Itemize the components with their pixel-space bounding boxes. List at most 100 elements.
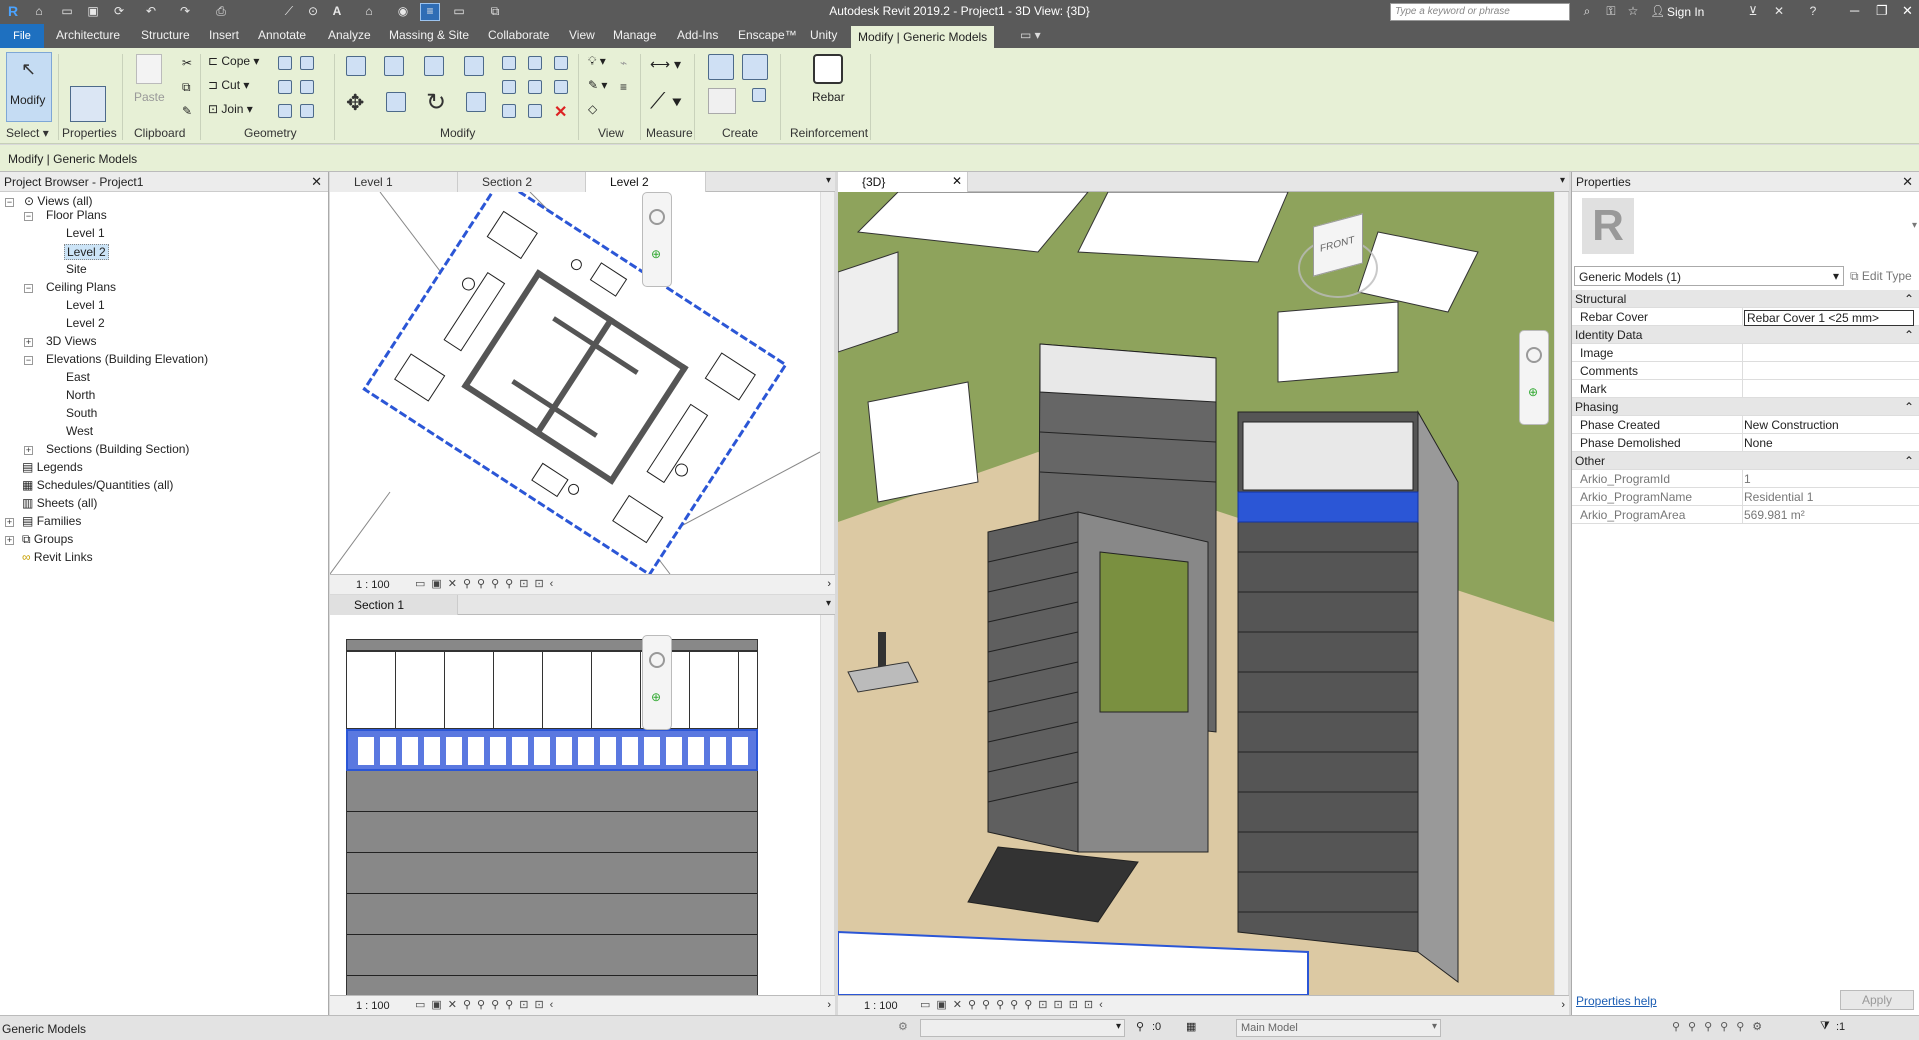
view-tool-icon[interactable]: ⌁ (620, 56, 627, 70)
view-control-icons[interactable]: ▭▣✕⚲⚲⚲⚲⚲⊡⊡⊡⊡‹ (920, 998, 1109, 1011)
tab-list-icon[interactable]: ▾ (826, 175, 831, 186)
collapse-toggle[interactable]: − (5, 198, 14, 207)
expand-toggle[interactable]: + (5, 518, 14, 527)
tab-annotate[interactable]: Annotate (258, 28, 306, 42)
rebar-cover-value[interactable]: Rebar Cover 1 <25 mm> (1744, 310, 1914, 326)
tab-analyze[interactable]: Analyze (328, 28, 371, 42)
create-parts-icon[interactable] (752, 88, 766, 102)
tree-ceiling-plans[interactable]: Ceiling Plans (46, 280, 116, 294)
properties-help-link[interactable]: Properties help (1576, 994, 1657, 1008)
hide-in-view-icon[interactable]: 💡︎ ▾ (588, 54, 606, 69)
tab-list-icon[interactable]: ▾ (826, 598, 831, 609)
tree-schedules[interactable]: ▦ Schedules/Quantities (all) (22, 478, 173, 492)
plan-vertical-scrollbar[interactable] (820, 192, 834, 574)
tree-floor-plan-level-2[interactable]: Level 2 (64, 244, 109, 260)
zoom-icon[interactable]: ⊕ (651, 247, 661, 261)
steering-wheel-icon[interactable] (1526, 347, 1542, 363)
split-face-icon[interactable] (278, 56, 292, 70)
rebar-icon[interactable] (813, 54, 843, 84)
phase-created-value[interactable]: New Construction (1744, 418, 1914, 434)
tab-modify-generic-models[interactable]: Modify | Generic Models (851, 26, 995, 48)
aligned-dimension-icon[interactable]: ⟷ ▾ (650, 56, 681, 73)
trim-single-icon[interactable] (502, 104, 516, 118)
expand-toggle[interactable]: + (5, 536, 14, 545)
cut-clipboard-icon[interactable]: ✂ (182, 56, 192, 70)
navigation-bar[interactable]: ⊕ (1519, 330, 1549, 425)
close-icon[interactable]: ✕ (1902, 174, 1913, 190)
tab-structure[interactable]: Structure (141, 28, 190, 42)
help-icon[interactable]: ? (1806, 4, 1820, 18)
delete-icon[interactable]: ✕ (554, 102, 567, 122)
tab-collaborate[interactable]: Collaborate (488, 28, 549, 42)
modify-button[interactable]: ↖ Modify (6, 52, 52, 122)
split-gap-icon[interactable] (528, 56, 542, 70)
tree-views-all[interactable]: ⊙ Views (all) (24, 194, 93, 208)
tree-ceiling-level-2[interactable]: Level 2 (66, 316, 105, 330)
filter-lines-icon[interactable]: ≡ (620, 80, 627, 94)
close-icon[interactable]: ✕ (311, 174, 322, 190)
view-control-icons[interactable]: ▭▣✕⚲⚲⚲⚲⊡⊡‹ (415, 577, 559, 590)
design-options-icon[interactable]: ▦ (1186, 1020, 1196, 1033)
copy-icon[interactable] (386, 92, 406, 112)
tab-section-1[interactable]: Section 1 (330, 595, 458, 615)
tree-ceiling-level-1[interactable]: Level 1 (66, 298, 105, 312)
zoom-icon[interactable]: ⊕ (651, 690, 661, 704)
linework-icon[interactable]: ◇ (588, 102, 597, 116)
scroll-right-icon[interactable]: › (1561, 999, 1565, 1011)
steering-wheel-icon[interactable] (649, 209, 665, 225)
view-scale[interactable]: 1 : 100 (356, 579, 390, 591)
demolish-icon[interactable] (300, 80, 314, 94)
mirror-pick-icon[interactable] (424, 56, 444, 76)
tree-3d-views[interactable]: 3D Views (46, 334, 96, 348)
scroll-right-icon[interactable]: › (827, 999, 831, 1011)
create-assembly-icon[interactable] (742, 54, 768, 80)
view-scale[interactable]: 1 : 100 (864, 1000, 898, 1012)
paste-button[interactable]: Paste (134, 90, 165, 104)
navigation-bar[interactable]: ⊕ (642, 192, 672, 287)
array-icon[interactable] (502, 80, 516, 94)
tree-sheets[interactable]: ▥ Sheets (all) (22, 496, 97, 510)
paste-icon[interactable] (136, 54, 162, 84)
tab-view[interactable]: View (569, 28, 595, 42)
tree-elevation-north[interactable]: North (66, 388, 95, 402)
3d-vertical-scrollbar[interactable] (1554, 192, 1568, 995)
create-similar-icon[interactable] (708, 88, 736, 114)
match-type-icon[interactable]: ✎ (182, 104, 192, 118)
tab-massing-site[interactable]: Massing & Site (389, 28, 469, 42)
binoculars-icon[interactable]: ⌕ (1580, 4, 1594, 18)
cut-button[interactable]: ⊐ Cut ▾ (208, 78, 249, 92)
editable-only-icon[interactable]: ⚲ (1136, 1020, 1144, 1033)
section-structural[interactable]: Structural ⌃ (1572, 290, 1919, 308)
geometry-icon[interactable] (278, 104, 292, 118)
view-scale[interactable]: 1 : 100 (356, 1000, 390, 1012)
tab-list-icon[interactable]: ▾ (1560, 175, 1565, 186)
move-icon[interactable]: ✥ (346, 90, 364, 116)
design-option-dropdown[interactable]: Main Model ▾ (1236, 1019, 1441, 1037)
tab-add-ins[interactable]: Add-Ins (677, 28, 718, 42)
tab-unity[interactable]: Unity (810, 28, 837, 42)
tree-elevation-west[interactable]: West (66, 424, 93, 438)
cart-icon[interactable]: ⊻ (1746, 4, 1760, 18)
tab-3d[interactable]: {3D} ✕ (838, 172, 968, 192)
scale-icon[interactable] (528, 80, 542, 94)
apply-button[interactable]: Apply (1840, 990, 1914, 1010)
rebar-button[interactable]: Rebar (812, 90, 845, 104)
image-value[interactable] (1744, 346, 1914, 362)
exchange-icon[interactable]: ✕ (1772, 4, 1786, 18)
collapse-toggle[interactable]: − (24, 356, 33, 365)
align-icon[interactable] (346, 56, 366, 76)
tree-legends[interactable]: ▤ Legends (22, 460, 83, 474)
close-icon[interactable]: ✕ (952, 174, 962, 188)
tab-section-2[interactable]: Section 2 (458, 172, 586, 192)
tree-elevation-south[interactable]: South (66, 406, 97, 420)
search-input[interactable]: Type a keyword or phrase (1390, 3, 1570, 21)
comments-value[interactable] (1744, 364, 1914, 380)
offset-icon[interactable] (384, 56, 404, 76)
favorites-icon[interactable]: ☆ (1626, 4, 1640, 18)
selection-options-icons[interactable]: ⚲⚲⚲⚲⚲⚙ (1672, 1020, 1770, 1033)
tab-level-1[interactable]: Level 1 (330, 172, 458, 192)
floor-plan-canvas[interactable]: ⊕ (330, 192, 820, 574)
section-other[interactable]: Other ⌃ (1572, 452, 1919, 470)
tree-floor-plan-level-1[interactable]: Level 1 (66, 226, 105, 240)
tab-file[interactable]: File (0, 24, 44, 48)
